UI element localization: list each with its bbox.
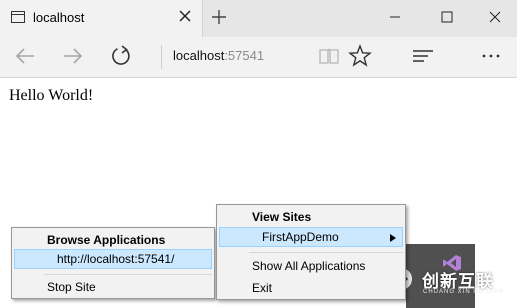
submenu-arrow-icon bbox=[390, 234, 396, 242]
close-icon[interactable] bbox=[177, 8, 193, 24]
view-sites-menu: View Sites FirstAppDemo Show All Applica… bbox=[216, 204, 406, 300]
menu-separator bbox=[249, 252, 403, 253]
menu-item-stop-site[interactable]: Stop Site bbox=[47, 280, 96, 294]
menu-item-label: http://localhost:57541/ bbox=[57, 252, 175, 266]
more-icon[interactable] bbox=[478, 43, 504, 69]
page-icon bbox=[11, 11, 25, 23]
menu-item-localhost-url[interactable]: http://localhost:57541/ bbox=[14, 249, 212, 269]
menu-separator bbox=[44, 274, 212, 275]
menu-header-browse-applications: Browse Applications bbox=[47, 233, 166, 247]
navigation-bar: localhost:57541 bbox=[0, 37, 517, 78]
address-host: localhost bbox=[173, 48, 225, 63]
forward-arrow-icon[interactable] bbox=[60, 43, 86, 69]
address-divider bbox=[161, 45, 162, 69]
hub-icon[interactable] bbox=[410, 43, 436, 69]
minimize-icon[interactable] bbox=[386, 8, 404, 26]
page-body-text: Hello World! bbox=[9, 87, 94, 104]
menu-item-exit[interactable]: Exit bbox=[252, 281, 272, 295]
plus-icon[interactable] bbox=[210, 8, 228, 26]
close-icon[interactable] bbox=[486, 8, 504, 26]
menu-item-firstappdemo[interactable]: FirstAppDemo bbox=[219, 227, 403, 247]
star-icon[interactable] bbox=[347, 43, 373, 69]
back-arrow-icon[interactable] bbox=[12, 43, 38, 69]
watermark-subtext: CHUANG XIN HU LIAN bbox=[423, 289, 505, 295]
browse-applications-menu: Browse Applications http://localhost:575… bbox=[11, 227, 215, 299]
maximize-icon[interactable] bbox=[438, 8, 456, 26]
tab-title: localhost bbox=[33, 10, 85, 25]
address-port: :57541 bbox=[224, 48, 265, 63]
address-bar[interactable]: localhost:57541 bbox=[173, 48, 264, 63]
menu-header-view-sites: View Sites bbox=[252, 210, 312, 224]
refresh-icon[interactable] bbox=[108, 43, 134, 69]
reading-view-icon[interactable] bbox=[316, 43, 342, 69]
tab-bar: localhost bbox=[0, 0, 517, 37]
menu-item-show-all-applications[interactable]: Show All Applications bbox=[252, 259, 365, 273]
menu-gutter bbox=[217, 205, 245, 299]
browser-tab[interactable]: localhost bbox=[0, 0, 203, 37]
menu-item-label: FirstAppDemo bbox=[262, 230, 339, 244]
